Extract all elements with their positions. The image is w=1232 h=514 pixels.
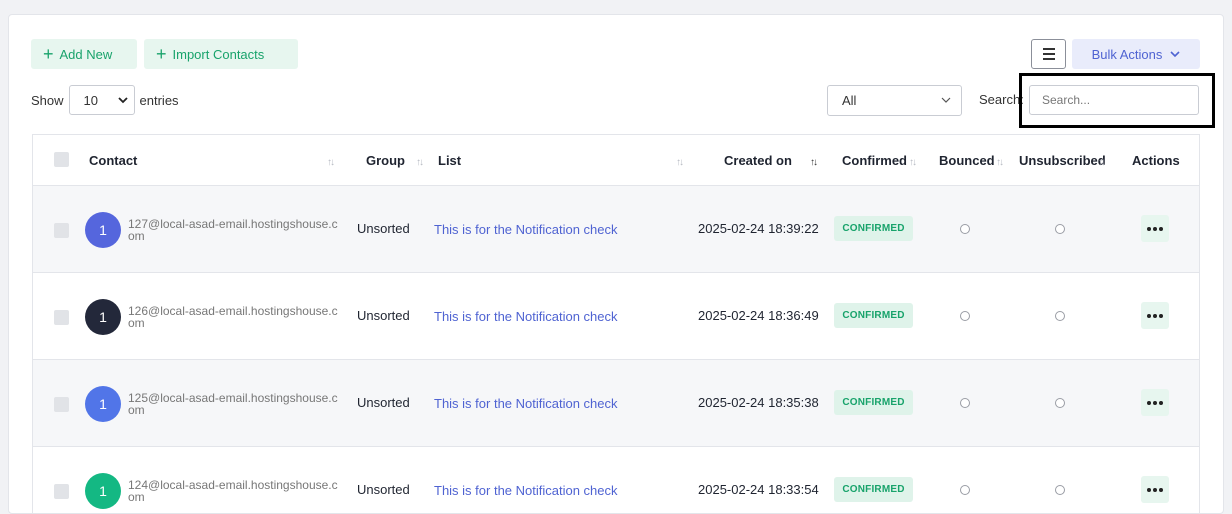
created-on-cell: 2025-02-24 18:33:54: [698, 482, 819, 497]
contact-email[interactable]: 124@local-asad-email.hostingshouse.com: [128, 479, 338, 503]
import-contacts-label: Import Contacts: [172, 46, 265, 62]
show-label: Show: [31, 92, 64, 108]
hamburger-icon: [1042, 48, 1055, 50]
add-new-button[interactable]: + Add New: [31, 39, 137, 69]
row-actions-button[interactable]: [1141, 302, 1169, 329]
created-on-cell: 2025-02-24 18:39:22: [698, 221, 819, 236]
bulk-actions-label: Bulk Actions: [1091, 46, 1163, 62]
sort-icon[interactable]: ↑↓: [1098, 157, 1106, 168]
search-label: Search:: [979, 92, 1024, 107]
plus-icon: +: [43, 44, 54, 64]
more-dots-icon: [1147, 226, 1151, 231]
column-header-contact[interactable]: Contact: [89, 153, 137, 168]
bounced-radio[interactable]: [960, 398, 970, 408]
unsubscribed-radio[interactable]: [1055, 398, 1065, 408]
contacts-card: + Add New + Import Contacts Bulk Actions…: [8, 14, 1224, 514]
column-header-group[interactable]: Group: [366, 153, 405, 168]
created-on-cell: 2025-02-24 18:35:38: [698, 395, 819, 410]
avatar: 1: [85, 299, 121, 335]
group-cell: Unsorted: [357, 395, 410, 410]
group-cell: Unsorted: [357, 482, 410, 497]
column-header-actions: Actions: [1132, 153, 1180, 168]
chevron-down-icon: [117, 96, 128, 103]
entries-select-value: 10: [83, 92, 98, 108]
sort-icon[interactable]: ↑↓: [416, 157, 424, 168]
row-checkbox[interactable]: [54, 484, 69, 499]
avatar: 1: [85, 386, 121, 422]
group-cell: Unsorted: [357, 308, 410, 323]
list-link[interactable]: This is for the Notification check: [434, 483, 618, 498]
created-on-cell: 2025-02-24 18:36:49: [698, 308, 819, 323]
status-badge: CONFIRMED: [834, 390, 913, 415]
list-link[interactable]: This is for the Notification check: [434, 309, 618, 324]
column-menu-button[interactable]: [1031, 39, 1066, 69]
chevron-down-icon: [941, 97, 951, 103]
sort-icon[interactable]: ↑↓: [909, 157, 917, 168]
row-checkbox[interactable]: [54, 397, 69, 412]
list-link[interactable]: This is for the Notification check: [434, 396, 618, 411]
contact-email[interactable]: 127@local-asad-email.hostingshouse.com: [128, 218, 338, 242]
row-actions-button[interactable]: [1141, 215, 1169, 242]
list-filter-select[interactable]: All: [827, 85, 962, 116]
contacts-table: Contact ↑↓ Group ↑↓ List ↑↓ Created on ↑…: [32, 134, 1200, 514]
entries-label: entries: [139, 92, 179, 108]
plus-icon: +: [156, 44, 167, 64]
sort-desc-icon[interactable]: ↑↓: [810, 157, 818, 168]
contact-email[interactable]: 126@local-asad-email.hostingshouse.com: [128, 305, 338, 329]
unsubscribed-radio[interactable]: [1055, 224, 1065, 234]
status-badge: CONFIRMED: [834, 216, 913, 241]
column-header-bounced[interactable]: Bounced: [939, 153, 995, 168]
column-header-list[interactable]: List: [438, 153, 461, 168]
sort-icon[interactable]: ↑↓: [327, 157, 335, 168]
search-highlight-box: [1019, 73, 1215, 128]
bounced-radio[interactable]: [960, 224, 970, 234]
row-actions-button[interactable]: [1141, 389, 1169, 416]
unsubscribed-radio[interactable]: [1055, 311, 1065, 321]
chevron-down-icon: [1170, 50, 1180, 57]
row-actions-button[interactable]: [1141, 476, 1169, 503]
contact-email[interactable]: 125@local-asad-email.hostingshouse.com: [128, 392, 338, 416]
more-dots-icon: [1147, 487, 1151, 492]
bounced-radio[interactable]: [960, 485, 970, 495]
row-checkbox[interactable]: [54, 223, 69, 238]
entries-select[interactable]: 10: [68, 85, 135, 115]
more-dots-icon: [1147, 400, 1151, 405]
more-dots-icon: [1147, 313, 1151, 318]
status-badge: CONFIRMED: [834, 477, 913, 502]
sort-icon[interactable]: ↑↓: [676, 157, 684, 168]
column-header-created-on[interactable]: Created on: [724, 153, 792, 168]
entries-length-control: Show 10 entries: [31, 85, 179, 115]
bounced-radio[interactable]: [960, 311, 970, 321]
sort-icon[interactable]: ↑↓: [996, 157, 1004, 168]
group-cell: Unsorted: [357, 221, 410, 236]
add-new-label: Add New: [59, 46, 113, 62]
select-all-checkbox[interactable]: [54, 152, 69, 167]
avatar: 1: [85, 473, 121, 509]
column-header-confirmed[interactable]: Confirmed: [842, 153, 907, 168]
import-contacts-button[interactable]: + Import Contacts: [144, 39, 298, 69]
row-checkbox[interactable]: [54, 310, 69, 325]
table-row: 1 127@local-asad-email.hostingshouse.com…: [33, 186, 1199, 273]
status-badge: CONFIRMED: [834, 303, 913, 328]
list-filter-value: All: [842, 93, 857, 108]
table-row: 1 126@local-asad-email.hostingshouse.com…: [33, 273, 1199, 360]
column-header-unsubscribed[interactable]: Unsubscribed: [1019, 153, 1106, 168]
avatar: 1: [85, 212, 121, 248]
list-link[interactable]: This is for the Notification check: [434, 222, 618, 237]
table-row: 1 124@local-asad-email.hostingshouse.com…: [33, 447, 1199, 513]
unsubscribed-radio[interactable]: [1055, 485, 1065, 495]
table-row: 1 125@local-asad-email.hostingshouse.com…: [33, 360, 1199, 447]
table-header: Contact ↑↓ Group ↑↓ List ↑↓ Created on ↑…: [33, 135, 1199, 186]
bulk-actions-dropdown[interactable]: Bulk Actions: [1072, 39, 1200, 69]
